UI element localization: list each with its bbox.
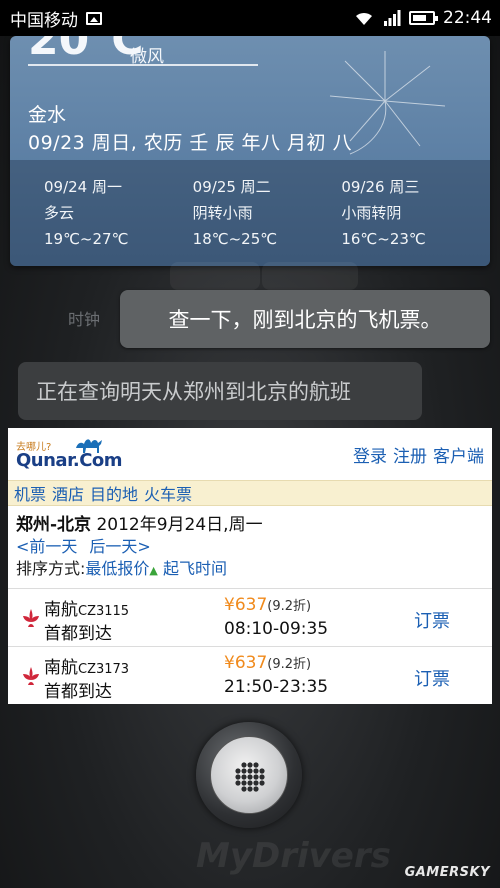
status-bar: 中国移动 22:44 bbox=[0, 0, 500, 36]
route-info: 郑州-北京 2012年9月24日,周一 <前一天 后一天> 排序方式:最低报价▲… bbox=[8, 506, 492, 582]
forecast-condition: 小雨转阴 bbox=[341, 204, 402, 222]
account-links: 登录 注册 客户端 bbox=[353, 442, 484, 467]
arrival-airport: 首都到达 bbox=[44, 624, 112, 644]
forecast-date: 09/25 周二 bbox=[192, 178, 271, 196]
flight-time: 21:50-23:35 bbox=[224, 677, 329, 697]
city-name: 金水 bbox=[28, 104, 67, 126]
login-link[interactable]: 登录 bbox=[353, 442, 387, 467]
china-southern-logo-icon bbox=[23, 667, 39, 685]
weather-card[interactable]: 20°C 微风 金水 09/23 周日, 农历 壬 辰 年八 月初 八 09/2… bbox=[10, 36, 490, 266]
prev-day-link[interactable]: <前一天 bbox=[16, 536, 77, 558]
day-switcher: <前一天 后一天> bbox=[16, 536, 484, 558]
background-widget-slot bbox=[262, 262, 358, 290]
flight-row[interactable]: 南航CZ3115 首都到达 ¥637(9.2折) 08:10-09:35 订票 bbox=[8, 588, 492, 646]
forecast-range: 18℃~25℃ bbox=[192, 230, 278, 248]
nav-trains[interactable]: 火车票 bbox=[144, 481, 192, 505]
flight-time: 08:10-09:35 bbox=[224, 619, 329, 639]
forecast-condition: 阴转小雨 bbox=[192, 204, 253, 222]
forecast-day: 09/24 周一 多云 19℃~27℃ bbox=[44, 174, 193, 266]
clock: 22:44 bbox=[443, 8, 492, 28]
sort-departure-time[interactable]: 起飞时间 bbox=[163, 559, 227, 578]
date-lunar: 09/23 周日, 农历 壬 辰 年八 月初 八 bbox=[28, 132, 353, 154]
forecast-day: 09/25 周二 阴转小雨 18℃~25℃ bbox=[193, 174, 342, 266]
arrow-up-icon: ▲ bbox=[149, 564, 158, 577]
sort-lowest-price[interactable]: 最低报价 bbox=[85, 559, 149, 578]
route-heading: 郑州-北京 2012年9月24日,周一 bbox=[16, 514, 484, 536]
qunar-header: 去哪儿? Qunar.Com 登录 注册 客户端 bbox=[8, 428, 492, 480]
route-date: 2012年9月24日,周一 bbox=[96, 515, 263, 535]
qunar-logo[interactable]: 去哪儿? Qunar.Com bbox=[16, 432, 123, 476]
register-link[interactable]: 注册 bbox=[393, 442, 427, 467]
assistant-reply-bubble: 正在查询明天从郑州到北京的航班 bbox=[18, 362, 422, 420]
divider bbox=[28, 64, 258, 66]
wifi-icon bbox=[356, 12, 372, 25]
brand-watermark: GAMERSKY bbox=[404, 865, 490, 880]
qunar-result-webview[interactable]: 去哪儿? Qunar.Com 登录 注册 客户端 机票 酒店 目的地 火车票 郑… bbox=[8, 428, 492, 704]
image-notification-icon bbox=[86, 11, 102, 25]
forecast-date: 09/26 周三 bbox=[341, 178, 420, 196]
background-widget-slot bbox=[170, 262, 260, 290]
forecast-date: 09/24 周一 bbox=[44, 178, 122, 196]
ticket-price: ¥637(9.2折) bbox=[224, 653, 312, 673]
logo-wordmark: Qunar.Com bbox=[16, 450, 123, 471]
battery-icon bbox=[409, 11, 438, 25]
microphone-icon bbox=[235, 762, 265, 792]
book-button[interactable]: 订票 bbox=[414, 607, 450, 633]
user-query-bubble: 查一下，刚到北京的飞机票。 bbox=[120, 290, 490, 348]
next-day-link[interactable]: 后一天> bbox=[89, 536, 150, 558]
book-button[interactable]: 订票 bbox=[414, 665, 450, 691]
forecast-range: 19℃~27℃ bbox=[44, 230, 129, 248]
watermark: MyDrivers bbox=[196, 836, 391, 876]
ticket-price: ¥637(9.2折) bbox=[224, 595, 312, 615]
nav-flights[interactable]: 机票 bbox=[14, 481, 46, 505]
nav-hotels[interactable]: 酒店 bbox=[52, 481, 84, 505]
signal-icon bbox=[384, 10, 401, 26]
background-clock-label: 时钟 bbox=[68, 310, 101, 329]
sort-label: 排序方式: bbox=[16, 559, 86, 578]
forecast-condition: 多云 bbox=[44, 204, 75, 222]
nav-destinations[interactable]: 目的地 bbox=[90, 481, 138, 505]
forecast-range: 16℃~23℃ bbox=[341, 230, 426, 248]
airline-name: 南航CZ3173 bbox=[44, 658, 130, 678]
current-temperature: 20°C bbox=[28, 36, 144, 65]
flight-row[interactable]: 南航CZ3173 首都到达 ¥637(9.2折) 21:50-23:35 订票 bbox=[8, 646, 492, 704]
carrier-name: 中国移动 bbox=[10, 10, 78, 31]
forecast-row: 09/24 周一 多云 19℃~27℃ 09/25 周二 阴转小雨 18℃~25… bbox=[10, 160, 490, 266]
arrival-airport: 首都到达 bbox=[44, 682, 112, 702]
sort-options: 排序方式:最低报价▲ 起飞时间 bbox=[16, 558, 484, 582]
airline-name: 南航CZ3115 bbox=[44, 600, 130, 620]
route-title: 郑州-北京 bbox=[16, 515, 92, 535]
qunar-nav: 机票 酒店 目的地 火车票 bbox=[8, 480, 492, 506]
forecast-day: 09/26 周三 小雨转阴 16℃~23℃ bbox=[341, 174, 490, 266]
microphone-button[interactable] bbox=[196, 722, 302, 828]
client-link[interactable]: 客户端 bbox=[433, 442, 484, 467]
china-southern-logo-icon bbox=[23, 609, 39, 627]
mic-grille bbox=[210, 736, 288, 814]
